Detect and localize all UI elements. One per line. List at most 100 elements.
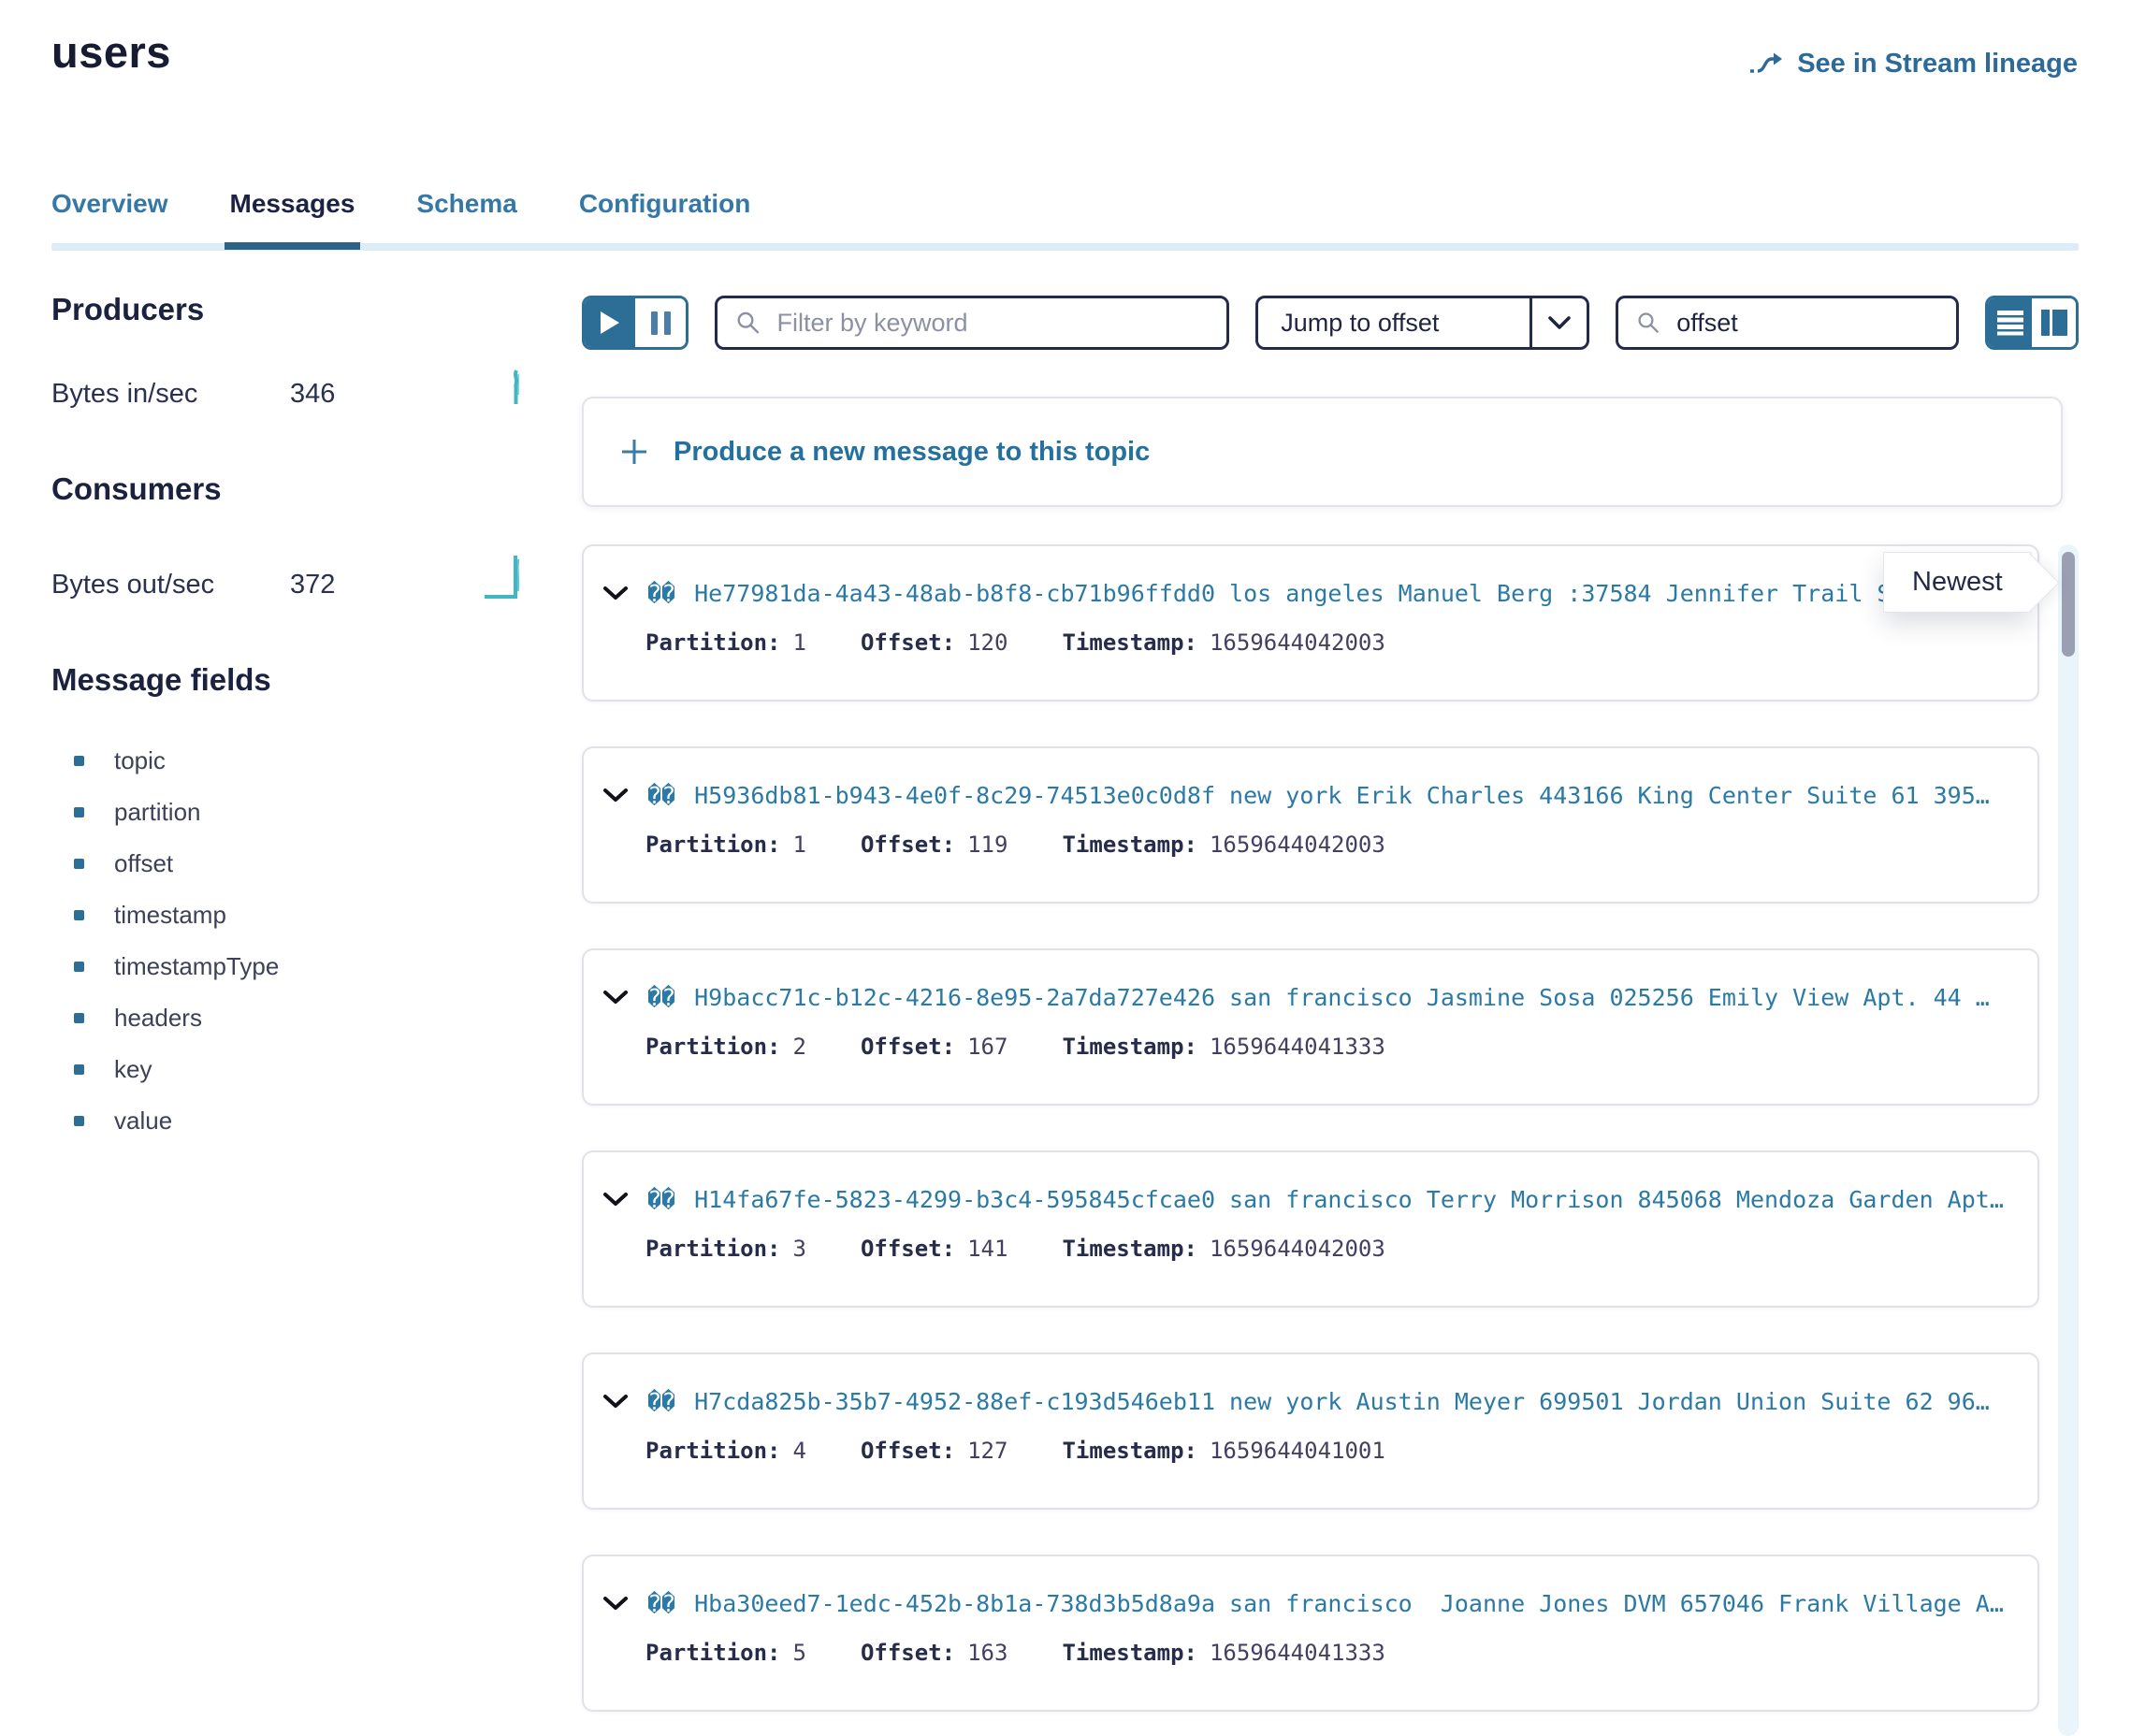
messages-viewport: �� He77981da-4a43-48ab-b8f8-cb71b96ffdd0… — [582, 544, 2079, 1736]
pause-button[interactable] — [635, 298, 686, 347]
field-item-partition: partition — [51, 787, 533, 838]
jump-to-offset-select[interactable]: Jump to offset — [1255, 296, 1589, 350]
message-card[interactable]: �� Hba30eed7-1edc-452b-8b1a-738d3b5d8a9a… — [582, 1555, 2039, 1712]
timestamp-field: Timestamp:1659644041333 — [1062, 1034, 1384, 1060]
partition-field: Partition:1 — [645, 832, 806, 858]
message-fields-heading: Message fields — [51, 662, 533, 698]
list-view-button[interactable] — [1988, 298, 2032, 347]
consumers-heading: Consumers — [51, 471, 533, 507]
message-preview-text: H14fa67fe-5823-4299-b3c4-595845cfcae0 sa… — [694, 1186, 2004, 1213]
bullet-icon — [74, 962, 84, 972]
page-title: users — [51, 26, 171, 78]
message-key-bytes: �� — [647, 1186, 675, 1213]
filter-keyword-box — [715, 296, 1229, 350]
message-key-bytes: �� — [647, 1388, 675, 1415]
partition-field: Partition:1 — [645, 629, 806, 656]
bullet-icon — [74, 1013, 84, 1023]
offset-search-box — [1616, 296, 1959, 350]
expand-chevron-icon[interactable] — [602, 1394, 629, 1410]
producers-heading: Producers — [51, 292, 533, 327]
field-item-timestamp: timestamp — [51, 890, 533, 941]
bytes-in-value: 346 — [290, 379, 335, 410]
message-preview-text: He77981da-4a43-48ab-b8f8-cb71b96ffdd0 lo… — [694, 580, 1891, 607]
message-fields-list: topic partition offset timestamp timesta… — [51, 735, 533, 1147]
bullet-icon — [74, 1064, 84, 1075]
messages-scrollbar-track[interactable] — [2058, 544, 2079, 1736]
stream-lineage-icon — [1748, 50, 1784, 80]
offset-field: Offset:167 — [861, 1034, 1008, 1060]
partition-field: Partition:3 — [645, 1236, 806, 1262]
bullet-icon — [74, 1116, 84, 1126]
messages-scrollbar-thumb[interactable] — [2062, 552, 2075, 657]
message-card[interactable]: �� H14fa67fe-5823-4299-b3c4-595845cfcae0… — [582, 1150, 2039, 1308]
field-item-timestampType: timestampType — [51, 941, 533, 992]
partition-field: Partition:4 — [645, 1438, 806, 1464]
field-item-key: key — [51, 1044, 533, 1095]
message-key-bytes: �� — [647, 1590, 675, 1617]
topic-messages-page: users See in Stream lineage Overview Mes… — [0, 0, 2131, 1736]
bytes-out-sparkline — [483, 546, 528, 600]
bullet-icon — [74, 756, 84, 766]
field-item-topic: topic — [51, 735, 533, 787]
tab-schema[interactable]: Schema — [416, 189, 516, 219]
field-item-offset: offset — [51, 838, 533, 890]
produce-message-button[interactable]: Produce a new message to this topic — [582, 397, 2063, 507]
messages-list: �� He77981da-4a43-48ab-b8f8-cb71b96ffdd0… — [582, 544, 2039, 1712]
field-item-headers: headers — [51, 992, 533, 1044]
play-icon — [600, 311, 620, 335]
message-card[interactable]: �� He77981da-4a43-48ab-b8f8-cb71b96ffdd0… — [582, 544, 2039, 702]
timestamp-field: Timestamp:1659644042003 — [1062, 629, 1384, 656]
tab-bar: Overview Messages Schema Configuration — [51, 189, 2079, 251]
bytes-out-label: Bytes out/sec — [51, 570, 290, 600]
sidebar: Producers Bytes in/sec 346 Consumers Byt… — [51, 292, 533, 1147]
column-view-button[interactable] — [2032, 298, 2076, 347]
search-icon — [736, 310, 760, 336]
message-key-bytes: �� — [647, 782, 675, 809]
bytes-out-metric: Bytes out/sec 372 — [51, 546, 533, 600]
message-preview-text: Hba30eed7-1edc-452b-8b1a-738d3b5d8a9a sa… — [694, 1590, 2004, 1617]
view-mode-toggle — [1985, 296, 2079, 350]
offset-search-input[interactable] — [1674, 308, 1937, 339]
list-view-icon — [1996, 310, 2024, 336]
timestamp-field: Timestamp:1659644042003 — [1062, 832, 1384, 858]
timestamp-field: Timestamp:1659644042003 — [1062, 1236, 1384, 1262]
expand-chevron-icon[interactable] — [602, 1192, 629, 1208]
offset-field: Offset:127 — [861, 1438, 1008, 1464]
message-card[interactable]: �� H9bacc71c-b12c-4216-8e95-2a7da727e426… — [582, 948, 2039, 1106]
message-card[interactable]: �� H5936db81-b943-4e0f-8c29-74513e0c0d8f… — [582, 746, 2039, 904]
expand-chevron-icon[interactable] — [602, 788, 629, 803]
plus-icon — [619, 437, 649, 467]
bytes-in-metric: Bytes in/sec 346 — [51, 367, 533, 410]
expand-chevron-icon[interactable] — [602, 990, 629, 1005]
play-button[interactable] — [585, 298, 635, 347]
tab-configuration[interactable]: Configuration — [579, 189, 751, 219]
see-in-stream-lineage-link[interactable]: See in Stream lineage — [1748, 49, 2078, 80]
bytes-out-value: 372 — [290, 570, 335, 600]
expand-chevron-icon[interactable] — [602, 586, 629, 601]
bytes-in-sparkline — [505, 367, 528, 410]
bytes-in-label: Bytes in/sec — [51, 379, 290, 410]
chevron-down-icon — [1529, 298, 1587, 347]
offset-field: Offset:141 — [861, 1236, 1008, 1262]
column-view-icon — [2040, 309, 2068, 337]
offset-field: Offset:119 — [861, 832, 1008, 858]
message-key-bytes: �� — [647, 580, 675, 607]
messages-panel: Jump to offset — [582, 296, 2079, 1736]
bullet-icon — [74, 807, 84, 817]
filter-keyword-input[interactable] — [775, 308, 1208, 339]
message-preview-text: H5936db81-b943-4e0f-8c29-74513e0c0d8f ne… — [694, 782, 1990, 809]
offset-field: Offset:163 — [861, 1640, 1008, 1666]
pause-icon — [651, 311, 671, 335]
play-pause-toggle — [582, 296, 689, 350]
offset-field: Offset:120 — [861, 629, 1008, 656]
message-card[interactable]: �� H7cda825b-35b7-4952-88ef-c193d546eb11… — [582, 1353, 2039, 1510]
jump-to-offset-value: Jump to offset — [1258, 298, 1529, 347]
message-key-bytes: �� — [647, 984, 675, 1011]
bullet-icon — [74, 859, 84, 869]
expand-chevron-icon[interactable] — [602, 1596, 629, 1612]
message-preview-text: H9bacc71c-b12c-4216-8e95-2a7da727e426 sa… — [694, 984, 1990, 1011]
tab-messages[interactable]: Messages — [230, 189, 355, 219]
field-item-value: value — [51, 1095, 533, 1147]
tab-overview[interactable]: Overview — [51, 189, 168, 219]
messages-toolbar: Jump to offset — [582, 296, 2079, 350]
